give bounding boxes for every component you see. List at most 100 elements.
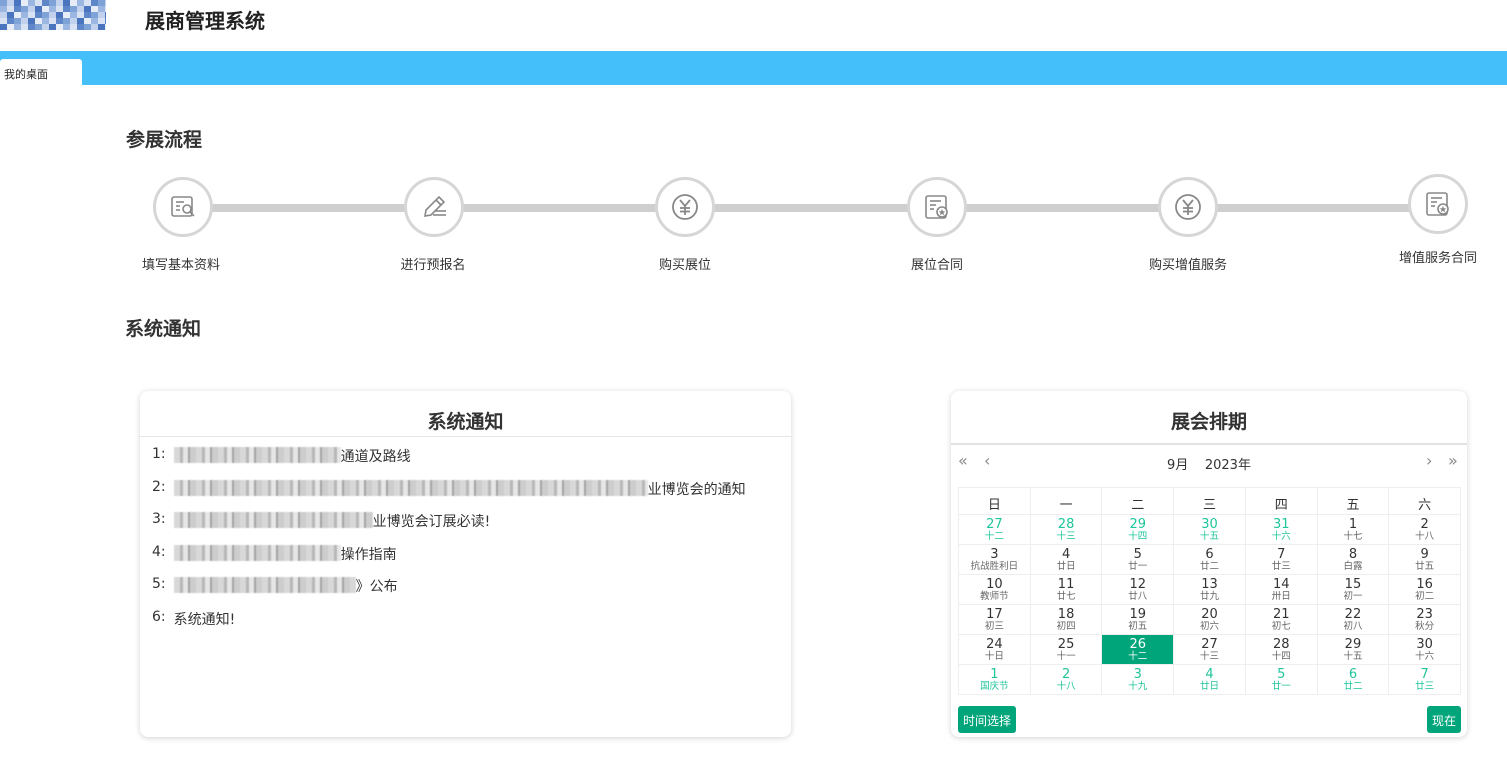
calendar-day[interactable]: 29 十五: [1317, 635, 1390, 665]
day-number: 11: [1057, 577, 1075, 592]
calendar-day[interactable]: 9 廿五: [1389, 545, 1462, 575]
calendar-day[interactable]: 4 廿日: [1174, 665, 1246, 695]
calendar-day-selected[interactable]: 26 十二: [1102, 635, 1175, 665]
tab-my-desktop[interactable]: 我的桌面: [0, 59, 82, 85]
process-steps: 填写基本资料 进行预报名 购买展位 展位合同 购买增值服务 增值服务合同: [0, 170, 1507, 280]
step-preregister-icon[interactable]: [404, 177, 464, 237]
day-number: 5: [1277, 667, 1286, 682]
lunar-date: 国庆节: [980, 681, 1009, 692]
calendar-day[interactable]: 27 十三: [1174, 635, 1246, 665]
lunar-date: 廿三: [1415, 681, 1435, 692]
day-number: 2: [1061, 667, 1071, 682]
calendar-day[interactable]: 5 廿一: [1245, 665, 1318, 695]
calendar-day[interactable]: 16 初二: [1389, 575, 1462, 605]
notice-item[interactable]: 6: 系统通知!: [152, 609, 746, 642]
lunar-date: 十四: [1271, 651, 1291, 662]
calendar-year[interactable]: 2023年: [1205, 458, 1251, 473]
calendar-day[interactable]: 21 初七: [1245, 605, 1318, 635]
day-number: 17: [986, 607, 1003, 622]
lunar-date: 十八: [1415, 531, 1435, 542]
calendar-day[interactable]: 28 十三: [1030, 515, 1103, 545]
calendar-day[interactable]: 12 廿八: [1102, 575, 1175, 605]
lunar-date: 抗战胜利日: [970, 561, 1019, 572]
calendar-day[interactable]: 22 初八: [1317, 605, 1390, 635]
calendar-day[interactable]: 18 初四: [1030, 605, 1103, 635]
calendar-day[interactable]: 30 十六: [1389, 635, 1462, 665]
calendar-week: 27 十二 28 十三 29 十四 30 十五 31 十六 1 十七 2 十八: [959, 515, 1462, 545]
calendar-day[interactable]: 15 初一: [1317, 575, 1390, 605]
step-booth-contract-icon[interactable]: [907, 177, 967, 237]
step-buy-services-icon[interactable]: [1158, 177, 1218, 237]
notice-card: 系统通知 1: 通道及路线 2: 业博览会的通知 3: 业博览会订展必读! 4:…: [140, 391, 791, 737]
weekday-header: 日一二三四五六: [959, 488, 1462, 515]
step-label: 购买增值服务: [1148, 258, 1227, 273]
calendar-day[interactable]: 2 十八: [1389, 515, 1462, 545]
calendar-day[interactable]: 1 十七: [1317, 515, 1390, 545]
redacted-text: [173, 447, 341, 463]
calendar-month[interactable]: 9月: [1167, 458, 1188, 473]
day-number: 28: [1272, 637, 1290, 652]
calendar-day[interactable]: 23 秋分: [1389, 605, 1462, 635]
calendar-day[interactable]: 6 廿二: [1174, 545, 1246, 575]
calendar-day[interactable]: 7 廿三: [1245, 545, 1318, 575]
day-number: 27: [986, 517, 1003, 532]
calendar-day[interactable]: 7 廿三: [1389, 665, 1462, 695]
calendar-day[interactable]: 25 十一: [1030, 635, 1103, 665]
step-buy-booth-icon[interactable]: [655, 177, 715, 237]
calendar-day[interactable]: 11 廿七: [1030, 575, 1103, 605]
calendar-day[interactable]: 24 十日: [959, 635, 1031, 665]
calendar-day[interactable]: 13 廿九: [1174, 575, 1246, 605]
day-number: 5: [1133, 547, 1142, 562]
redacted-text: [173, 512, 373, 528]
calendar-day[interactable]: 10 教师节: [959, 575, 1031, 605]
calendar-day[interactable]: 29 十四: [1102, 515, 1175, 545]
calendar-day[interactable]: 28 十四: [1245, 635, 1318, 665]
calendar-day[interactable]: 8 白露: [1317, 545, 1390, 575]
day-number: 3: [1133, 667, 1142, 682]
calendar-day[interactable]: 30 十五: [1174, 515, 1246, 545]
calendar-day[interactable]: 3 抗战胜利日: [959, 545, 1031, 575]
day-number: 13: [1201, 577, 1218, 592]
day-number: 14: [1272, 577, 1290, 592]
day-number: 30: [1416, 637, 1433, 652]
lunar-date: 初六: [1200, 621, 1220, 632]
next-year-icon[interactable]: »: [1448, 451, 1458, 470]
weekday-label: 四: [1245, 488, 1318, 515]
notice-number: 5:: [152, 576, 166, 592]
now-button[interactable]: 现在: [1427, 706, 1462, 733]
calendar-day[interactable]: 31 十六: [1245, 515, 1318, 545]
calendar-day[interactable]: 20 初六: [1174, 605, 1246, 635]
calendar-day[interactable]: 27 十二: [959, 515, 1031, 545]
calendar-day[interactable]: 1 国庆节: [959, 665, 1031, 695]
tab-bar: 我的桌面: [0, 51, 1507, 85]
notice-number: 1:: [152, 446, 166, 462]
lunar-date: 廿五: [1415, 561, 1435, 572]
process-section-title: 参展流程: [126, 129, 203, 151]
calendar-day[interactable]: 2 十八: [1030, 665, 1103, 695]
next-month-icon[interactable]: ›: [1426, 451, 1432, 470]
notice-item[interactable]: 1: 通道及路线: [152, 446, 746, 479]
step-basic-info-icon[interactable]: [153, 177, 213, 237]
lunar-date: 十六: [1415, 651, 1435, 662]
calendar-day[interactable]: 5 廿一: [1102, 545, 1175, 575]
time-select-button[interactable]: 时间选择: [958, 706, 1017, 733]
lunar-date: 教师节: [980, 591, 1009, 602]
calendar-day[interactable]: 14 卅日: [1245, 575, 1318, 605]
notice-item[interactable]: 3: 业博览会订展必读!: [152, 511, 746, 544]
lunar-date: 廿日: [1056, 561, 1076, 572]
notice-text: 业博览会的通知: [647, 481, 746, 498]
calendar-day[interactable]: 19 初五: [1102, 605, 1175, 635]
calendar-day[interactable]: 17 初三: [959, 605, 1031, 635]
app-title: 展商管理系统: [145, 9, 265, 33]
calendar-grid: 日一二三四五六 27 十二 28 十三 29 十四 30 十五 31 十六 1 十七 2 十八 3 抗战胜利日…: [958, 487, 1462, 695]
notice-item[interactable]: 2: 业博览会的通知: [152, 479, 746, 512]
notice-item[interactable]: 5: 》公布: [152, 576, 746, 609]
day-number: 1: [990, 667, 999, 682]
calendar-day[interactable]: 3 十九: [1102, 665, 1175, 695]
calendar-day[interactable]: 4 廿日: [1030, 545, 1103, 575]
calendar-day[interactable]: 6 廿二: [1317, 665, 1390, 695]
lunar-date: 初四: [1056, 621, 1076, 632]
redacted-text: [173, 479, 648, 496]
step-service-contract-icon[interactable]: [1408, 174, 1468, 234]
notice-item[interactable]: 4: 操作指南: [152, 544, 746, 577]
